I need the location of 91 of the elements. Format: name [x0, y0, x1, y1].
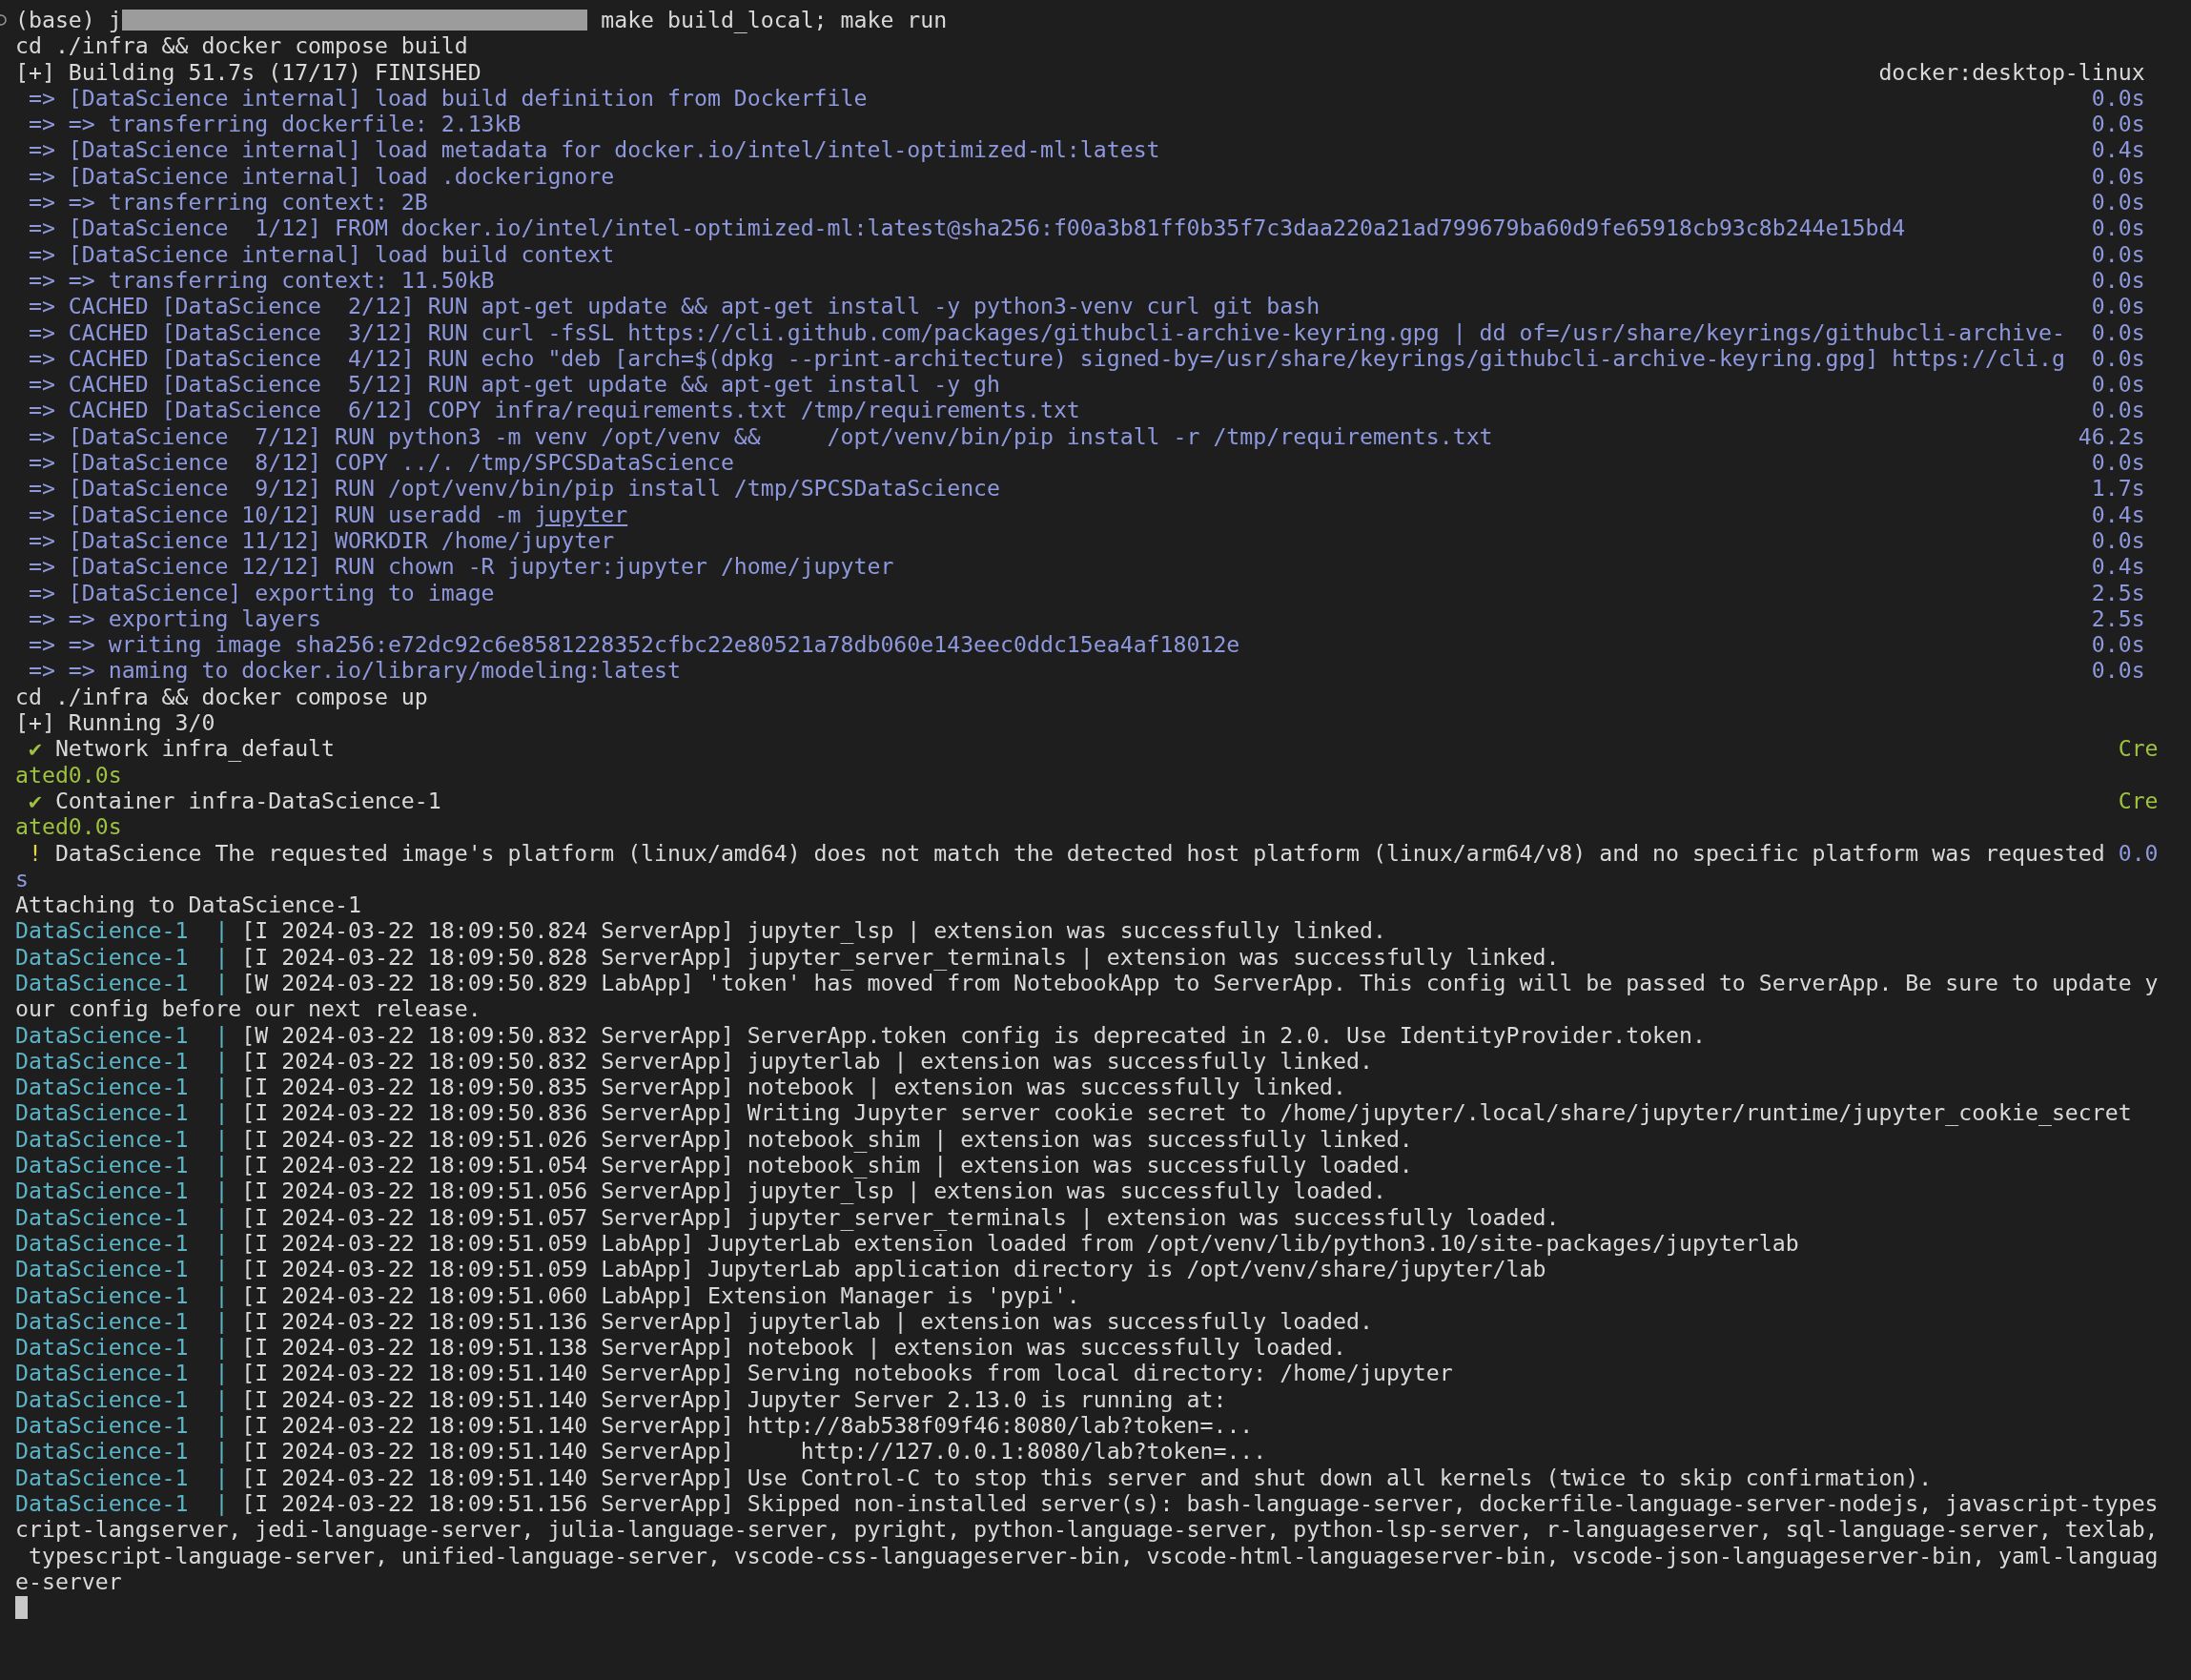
terminal-line: DataScience-1 | [I 2024-03-22 18:09:50.835 ServerApp] notebook | extension was successfully linked.: [15, 1074, 1347, 1100]
terminal-line: => [DataScience internal] load metadata for docker.io/intel/intel-optimized-ml:latest: [27, 136, 1160, 163]
text-cursor: [15, 1595, 28, 1619]
link-text[interactable]: jupyter: [534, 501, 628, 527]
terminal-line: typescript-language-server, unified-language-server, vscode-css-languageserver-bin, vscode-html-languageserver-bin, vscode-json-languageserver-bin, yaml-languag: [27, 1542, 2159, 1568]
terminal-line: DataScience-1 | [I 2024-03-22 18:09:51.026 ServerApp] notebook_shim | extension was successfully linked.: [15, 1125, 1413, 1153]
terminal-line: => [DataScience 1/12] FROM docker.io/intel/intel-optimized-ml:latest@sha256:f00a3b81ff0b35f7c3daa220a21ad799679ba60d9fe65918cb93c8b244e15bd4: [27, 215, 1906, 241]
terminal-line: [+] Running 3/0: [15, 709, 215, 736]
terminal-line: => [DataScience 8/12] COPY ../. /tmp/SPCSDataScience: [27, 449, 734, 476]
status-text: Cre: [2118, 787, 2159, 814]
terminal-line: => [DataScience 9/12] RUN /opt/venv/bin/pip install /tmp/SPCSDataScience: [27, 475, 1001, 502]
terminal-line: ✔ Network infra_default: [27, 735, 336, 762]
prompt-marker-icon: [0, 12, 7, 27]
terminal-line: s: [15, 865, 29, 892]
terminal-line: Attaching to DataScience-1: [15, 891, 361, 918]
terminal-line: our config before our next release.: [15, 995, 481, 1022]
duration-text: 2.5s: [2091, 579, 2145, 605]
duration-text: 46.2s: [2078, 422, 2145, 450]
terminal-line: DataScience-1 | [I 2024-03-22 18:09:51.140 ServerApp] Jupyter Server 2.13.0 is running at:: [15, 1385, 1227, 1413]
terminal-line: DataScience-1 | [I 2024-03-22 18:09:51.140 ServerApp] Use Control-C to stop this server and shut down all kernels (twice to skip confirmation).: [15, 1464, 1933, 1490]
terminal-line: DataScience-1 | [I 2024-03-22 18:09:50.836 ServerApp] Writing Jupyter server cookie secret to /home/jupyter/.local/share/jupyter/runtime/jupyter_cookie_secret: [15, 1099, 2132, 1126]
terminal-line: cd ./infra && docker compose build: [15, 32, 468, 59]
duration-text: 0.0s: [2091, 397, 2145, 423]
terminal-line: DataScience-1 | [I 2024-03-22 18:09:50.824 ServerApp] jupyter_lsp | extension was successfully linked.: [15, 917, 1386, 944]
duration-text: 0.0s: [2091, 111, 2145, 137]
terminal-line: e-server: [15, 1567, 122, 1595]
terminal-line: => [DataScience internal] load .dockerignore: [27, 162, 615, 190]
duration-text: 2.5s: [2091, 604, 2145, 632]
terminal-line: => [DataScience 7/12] RUN python3 -m venv /opt/venv && /opt/venv/bin/pip install -r /tmp/requirements.txt: [27, 422, 1493, 450]
terminal-line: => [DataScience] exporting to image: [27, 579, 495, 605]
duration-text: 0.0s: [2091, 631, 2145, 658]
duration-text: 0.0s: [2091, 266, 2145, 294]
terminal-line: ✔ Container infra-DataScience-1: [27, 787, 441, 814]
terminal-line: DataScience-1 | [I 2024-03-22 18:09:51.156 ServerApp] Skipped non-installed server(s): bash-language-server, dockerfile-language-server-nodejs, javascript-types: [15, 1489, 2159, 1517]
terminal-line: DataScience-1 | [I 2024-03-22 18:09:51.138 ServerApp] notebook | extension was successfully loaded.: [15, 1334, 1347, 1361]
duration-text: 0.0s: [2091, 240, 2145, 267]
terminal-line: => => naming to docker.io/library/modeling:latest: [27, 657, 681, 684]
command-text: make build_local; make run: [600, 7, 948, 33]
terminal-line: => [DataScience 12/12] RUN chown -R jupyter:jupyter /home/jupyter: [27, 553, 894, 580]
terminal-line: cd ./infra && docker compose up: [15, 683, 428, 709]
duration-text: 1.7s: [2091, 475, 2145, 502]
terminal-line: => => exporting layers: [27, 604, 322, 632]
terminal-line: ! DataScience The requested image's platform (linux/amd64) does not match the detected host platform (linux/arm64/v8) and no specific platform was requested: [27, 839, 2105, 866]
duration-text: 0.0s: [2091, 293, 2145, 319]
duration-text: 0.4s: [2091, 501, 2145, 527]
terminal-line: DataScience-1 | [I 2024-03-22 18:09:51.140 ServerApp] http://127.0.0.1:8080/lab?token=...: [15, 1438, 1267, 1465]
terminal-line: => => transferring context: 2B: [27, 189, 428, 215]
terminal-line: DataScience-1 | [W 2024-03-22 18:09:50.832 ServerApp] ServerApp.token config is deprecated in 2.0. Use IdentityProvider.token.: [15, 1021, 1706, 1048]
terminal-line: [+] Building 51.7s (17/17) FINISHED: [15, 58, 481, 85]
terminal-line: DataScience-1 | [I 2024-03-22 18:09:51.140 ServerApp] Serving notebooks from local directory: /home/jupyter: [15, 1360, 1453, 1386]
duration-text: 0.0s: [2091, 371, 2145, 398]
terminal-line: => [DataScience 11/12] WORKDIR /home/jupyter: [27, 526, 615, 554]
terminal-line: => => transferring context: 11.50kB: [27, 266, 495, 294]
terminal-line: ated0.0s: [15, 761, 122, 788]
terminal-line: => => writing image sha256:e72dc92c6e8581228352cfbc22e80521a78db060e143eec0ddc15ea4af18012e: [27, 631, 1240, 658]
terminal-line: => [DataScience internal] load build definition from Dockerfile: [27, 84, 868, 112]
terminal-line: => CACHED [DataScience 5/12] RUN apt-get update && apt-get install -y gh: [27, 371, 1001, 398]
prompt-text: (base) j: [15, 7, 122, 33]
duration-text: 0.0s: [2091, 526, 2145, 554]
duration-text: 0.0: [2118, 839, 2159, 866]
terminal-line: => CACHED [DataScience 4/12] RUN echo "deb [arch=$(dpkg --print-architecture) signed-by=/usr/share/keyrings/githubcli-archive-keyring.gpg] https://cli.g: [27, 344, 2065, 372]
terminal-line: => CACHED [DataScience 6/12] COPY infra/requirements.txt /tmp/requirements.txt: [27, 397, 1080, 423]
duration-text: 0.4s: [2091, 136, 2145, 163]
duration-text: 0.0s: [2091, 84, 2145, 112]
duration-text: 0.0s: [2091, 344, 2145, 372]
terminal-line: DataScience-1 | [I 2024-03-22 18:09:51.057 ServerApp] jupyter_server_terminals | extension was successfully loaded.: [15, 1203, 1560, 1230]
terminal-line: DataScience-1 | [I 2024-03-22 18:09:50.832 ServerApp] jupyterlab | extension was successfully linked.: [15, 1047, 1373, 1075]
duration-text: 0.4s: [2091, 553, 2145, 580]
terminal-line: => => transferring dockerfile: 2.13kB: [27, 111, 522, 137]
duration-text: 0.0s: [2091, 215, 2145, 241]
terminal-line: => CACHED [DataScience 3/12] RUN curl -fsSL https://cli.github.com/packages/githubcli-archive-keyring.gpg | dd of=/usr/share/keyrings/githubcli-archive-: [27, 318, 2065, 345]
terminal-line: => [DataScience internal] load build context: [27, 240, 615, 267]
terminal-line: DataScience-1 | [I 2024-03-22 18:09:51.140 ServerApp] http://8ab538f09f46:8080/lab?token=...: [15, 1412, 1254, 1439]
terminal-line: DataScience-1 | [W 2024-03-22 18:09:50.829 LabApp] 'token' has moved from NotebookApp to ServerApp. This config will be passed to ServerApp. Be sure to update y: [15, 970, 2159, 996]
context-label: docker:desktop-linux: [1878, 58, 2145, 85]
duration-text: 0.0s: [2091, 449, 2145, 476]
terminal-line: => [DataScience 10/12] RUN useradd -m jupyter: [27, 501, 628, 527]
terminal-line: DataScience-1 | [I 2024-03-22 18:09:51.056 ServerApp] jupyter_lsp | extension was successfully loaded.: [15, 1178, 1386, 1204]
terminal-line: DataScience-1 | [I 2024-03-22 18:09:51.054 ServerApp] notebook_shim | extension was successfully loaded.: [15, 1152, 1413, 1178]
terminal-line: DataScience-1 | [I 2024-03-22 18:09:50.828 ServerApp] jupyter_server_terminals | extension was successfully linked.: [15, 943, 1560, 970]
terminal-line: => CACHED [DataScience 2/12] RUN apt-get update && apt-get install -y python3-venv curl git bash: [27, 293, 1321, 319]
terminal-line: DataScience-1 | [I 2024-03-22 18:09:51.060 LabApp] Extension Manager is 'pypi'.: [15, 1281, 1080, 1308]
duration-text: 0.0s: [2091, 657, 2145, 684]
terminal-line: DataScience-1 | [I 2024-03-22 18:09:51.136 ServerApp] jupyterlab | extension was successfully loaded.: [15, 1307, 1373, 1335]
status-text: Cre: [2118, 735, 2159, 762]
terminal-line: cript-langserver, jedi-language-server, julia-language-server, pyright, python-language-server, python-lsp-server, r-languageserver, sql-language-server, texlab,: [15, 1516, 2159, 1543]
duration-text: 0.0s: [2091, 189, 2145, 215]
terminal-line: DataScience-1 | [I 2024-03-22 18:09:51.059 LabApp] JupyterLab application directory is /opt/venv/share/jupyter/lab: [15, 1256, 1546, 1282]
duration-text: 0.0s: [2091, 162, 2145, 190]
duration-text: 0.0s: [2091, 318, 2145, 345]
terminal-line: ated0.0s: [15, 813, 122, 840]
